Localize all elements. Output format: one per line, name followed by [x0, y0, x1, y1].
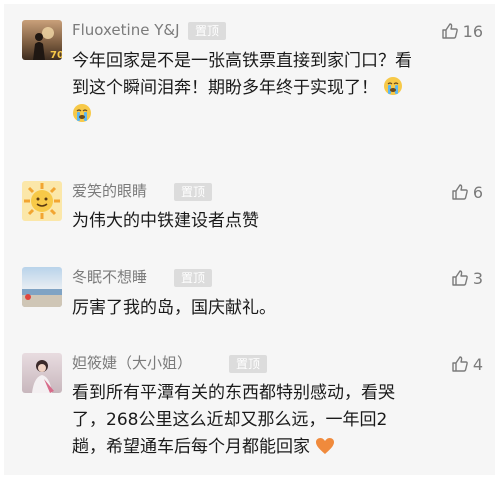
- comment-text-line: 到这个瞬间泪奔！期盼多年终于实现了！: [72, 75, 472, 102]
- nickname[interactable]: 爱笑的眼睛: [72, 181, 147, 201]
- like-button[interactable]: 4: [451, 353, 483, 375]
- comment-panel: 70 Fluoxetine Y&J 置顶 16 今年回家是不是一张高铁票直接到家…: [4, 4, 495, 475]
- nickname[interactable]: 冬眠不想睡: [72, 267, 147, 287]
- avatar[interactable]: [22, 181, 62, 221]
- comment-text-line: 了，268公里这么近却又那么远，一年回2: [72, 410, 388, 430]
- orange-heart-emoji-icon: [316, 438, 335, 454]
- like-button[interactable]: 16: [441, 20, 483, 42]
- like-count: 3: [472, 268, 483, 288]
- pinned-badge: 置顶: [174, 269, 213, 287]
- nickname[interactable]: Fluoxetine Y&J: [72, 20, 180, 40]
- nickname[interactable]: 妲筱婕（大小姐）: [72, 353, 192, 373]
- thumbs-up-icon: [452, 356, 468, 372]
- thumbs-up-icon: [441, 23, 458, 39]
- comment-text-segment: 趟，希望通车后每个月都能回家: [72, 437, 310, 457]
- like-button[interactable]: 6: [451, 181, 483, 203]
- comment-text-line: [72, 102, 472, 129]
- crying-face-emoji-icon: [384, 77, 403, 95]
- like-button[interactable]: 3: [451, 267, 483, 289]
- avatar[interactable]: 70: [22, 20, 62, 60]
- portrait-avatar-icon: [32, 360, 54, 393]
- comment-text: 看到所有平潭有关的东西都特别感动，看哭 了，268公里这么近却又那么远，一年回2…: [72, 380, 472, 461]
- comment-text-segment: 到这个瞬间泪奔！期盼多年终于实现了！: [72, 78, 378, 98]
- like-count: 16: [462, 21, 483, 41]
- seaside-avatar-icon: [22, 289, 62, 307]
- comment-text: 今年回家是不是一张高铁票直接到家门口？看 到这个瞬间泪奔！期盼多年终于实现了！: [72, 48, 472, 129]
- pinned-badge: 置顶: [229, 355, 268, 373]
- pinned-badge: 置顶: [188, 22, 227, 40]
- thumbs-up-icon: [452, 184, 468, 200]
- silhouette-sunset-avatar-icon: 70: [33, 27, 62, 60]
- comment-text-line: 今年回家是不是一张高铁票直接到家门口？看: [72, 51, 412, 71]
- smiling-sun-avatar-icon: [24, 183, 60, 219]
- comment-text: 为伟大的中铁建设者点赞: [72, 208, 472, 235]
- comment-text-line: 为伟大的中铁建设者点赞: [72, 211, 259, 231]
- avatar[interactable]: [22, 267, 62, 307]
- comment-text: 厉害了我的岛，国庆献礼。: [72, 295, 472, 322]
- comment-text-line: 看到所有平潭有关的东西都特别感动，看哭: [72, 383, 395, 403]
- comment-text-line: 厉害了我的岛，国庆献礼。: [72, 298, 276, 318]
- like-count: 6: [472, 182, 483, 202]
- comment-text-line: 趟，希望通车后每个月都能回家: [72, 434, 472, 461]
- like-count: 4: [472, 354, 483, 374]
- svg-text:70: 70: [50, 50, 62, 60]
- crying-face-emoji-icon: [73, 104, 91, 122]
- pinned-badge: 置顶: [174, 183, 213, 201]
- avatar[interactable]: [22, 353, 62, 393]
- thumbs-up-icon: [452, 270, 468, 286]
